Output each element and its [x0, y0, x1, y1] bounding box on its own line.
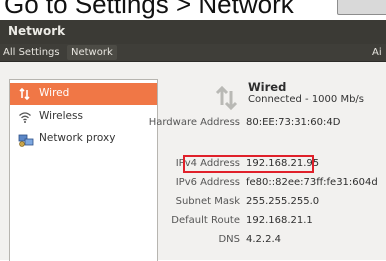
window-titlebar: Network — [0, 20, 386, 44]
all-settings-button[interactable]: All Settings — [3, 45, 60, 60]
row-key: IPv6 Address — [175, 177, 240, 188]
network-breadcrumb[interactable]: Network — [67, 45, 117, 60]
row-value: 255.255.255.0 — [246, 196, 320, 207]
default-route-row: Default Route 192.168.21.1 — [160, 215, 386, 231]
wired-network-icon — [18, 87, 32, 101]
subnet-mask-row: Subnet Mask 255.255.255.0 — [160, 196, 386, 212]
sidebar-item-network-proxy[interactable]: Network proxy — [10, 128, 157, 150]
sidebar-item-wireless[interactable]: Wireless — [10, 106, 157, 128]
ipv4-highlight-box — [183, 155, 314, 173]
wifi-icon — [18, 110, 32, 124]
row-value: 4.2.2.4 — [246, 234, 281, 245]
row-key: DNS — [218, 234, 240, 245]
sidebar-item-label: Wired — [39, 87, 70, 99]
sidebar-item-wired[interactable]: Wired — [10, 83, 157, 105]
sidebar-item-label: Network proxy — [39, 132, 116, 144]
network-device-list: Wired Wireless Network proxy — [9, 79, 158, 261]
row-value: 192.168.21.1 — [246, 215, 313, 226]
wired-connection-icon — [215, 85, 239, 111]
truncated-nav-text: Ai — [372, 47, 382, 58]
dns-row: DNS 4.2.2.4 — [160, 234, 386, 250]
caption-text: Go to Settings > Network — [4, 0, 294, 19]
hardware-address-row: Hardware Address 80:EE:73:31:60:4D — [149, 117, 386, 133]
connection-title: Wired — [248, 80, 287, 94]
sidebar-item-label: Wireless — [39, 110, 83, 122]
network-proxy-icon — [18, 132, 34, 147]
row-value: 80:EE:73:31:60:4D — [246, 117, 341, 128]
ipv6-address-row: IPv6 Address fe80::82ee:73ff:fe31:604d — [160, 177, 386, 193]
row-key: Hardware Address — [148, 117, 240, 128]
instruction-caption: Go to Settings > Network — [0, 0, 386, 20]
row-value: fe80::82ee:73ff:fe31:604d — [246, 177, 378, 188]
row-key: Subnet Mask — [175, 196, 240, 207]
settings-navbar: All Settings Network Ai — [0, 44, 386, 62]
row-key: Default Route — [171, 215, 240, 226]
corner-button[interactable] — [337, 0, 386, 15]
window-title: Network — [8, 24, 66, 38]
connection-status: Connected - 1000 Mb/s — [248, 94, 364, 105]
